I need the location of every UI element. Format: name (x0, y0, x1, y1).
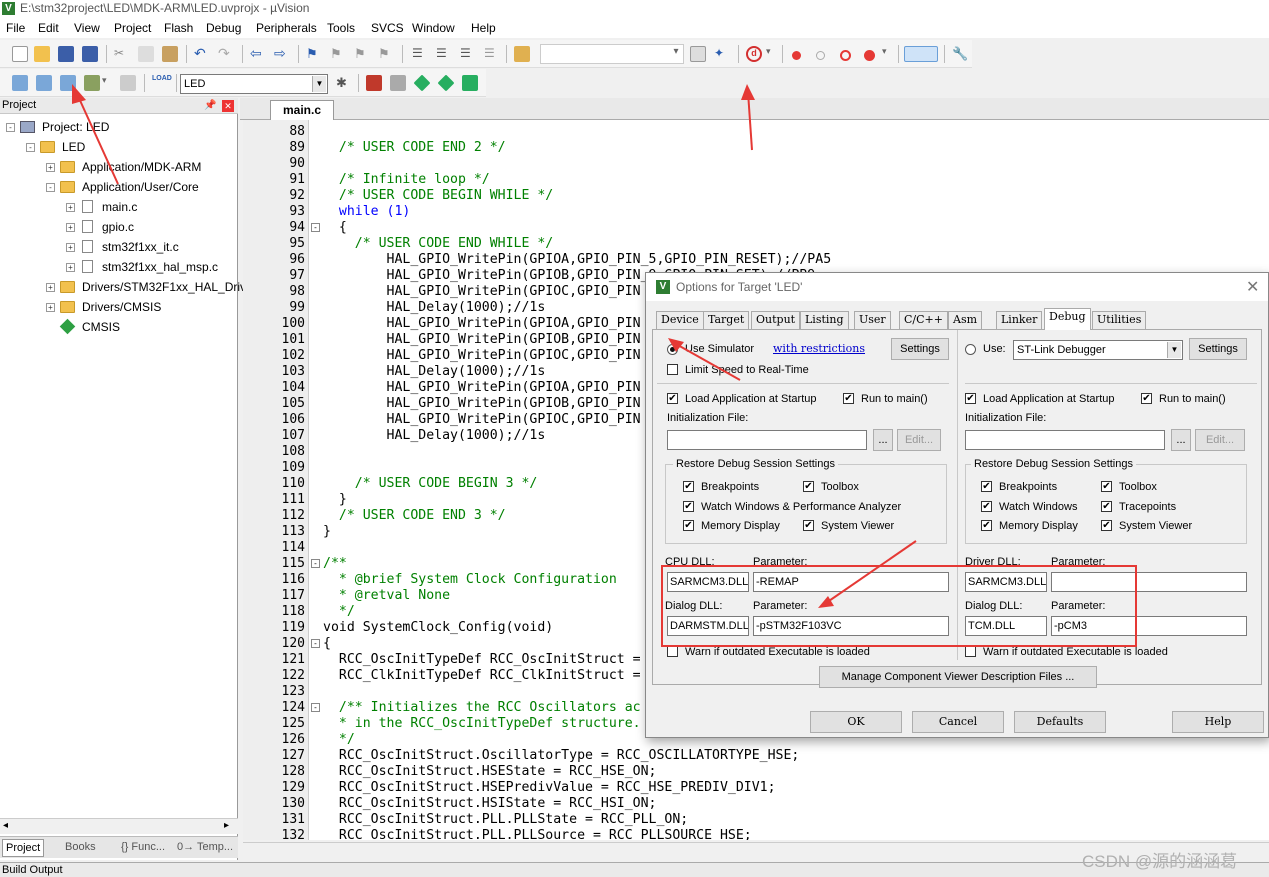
annotation-overlay (72, 84, 1137, 647)
watermark: CSDN @源的涵涵葛 (1082, 852, 1238, 871)
annotation-arrowhead-debug (741, 84, 755, 100)
annotation-arrow-rebuild (77, 95, 119, 185)
annotation-box-dll (661, 565, 1137, 647)
annotation-arrowhead-simulator (668, 338, 684, 352)
annotation-arrow-debug (747, 91, 753, 151)
annotation-arrow-simulator (675, 343, 741, 381)
annotation-arrowhead-rebuild (72, 84, 86, 104)
annotation-arrowhead-dll (818, 596, 834, 608)
annotation-arrow-dll (825, 540, 917, 604)
